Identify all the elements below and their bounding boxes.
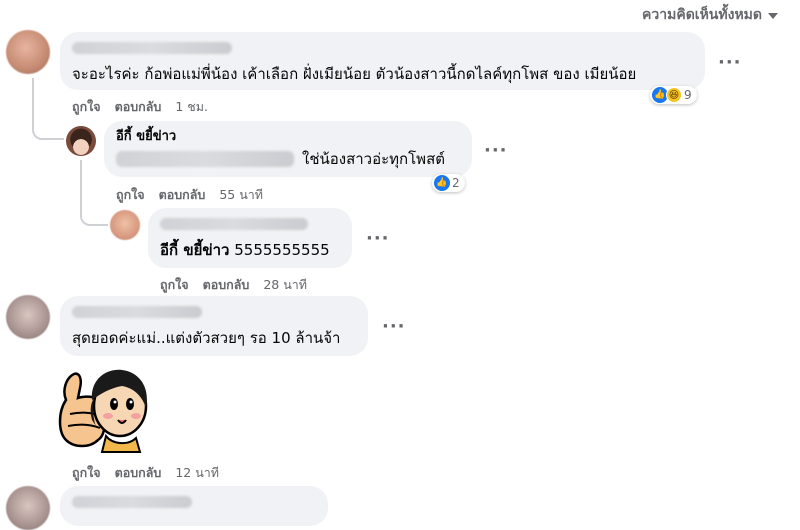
reply-button[interactable]: ตอบกลับ bbox=[115, 97, 162, 117]
more-options-icon[interactable]: ··· bbox=[382, 318, 406, 336]
comment-bubble: จะอะไรค่ะ ก้อพ่อแม่พี่น้อง เค้าเลือก ฝั่… bbox=[60, 32, 705, 90]
timestamp[interactable]: 55 นาที bbox=[219, 185, 263, 205]
timestamp[interactable]: 28 นาที bbox=[263, 275, 307, 295]
avatar[interactable] bbox=[6, 295, 50, 339]
caret-down-icon bbox=[768, 13, 778, 19]
comment-bubble bbox=[60, 486, 328, 526]
comment-text: จะอะไรค่ะ ก้อพ่อแม่พี่น้อง เค้าเลือก ฝั่… bbox=[72, 65, 637, 83]
comment-text: สุดยอดค่ะแม่..แต่งตัวสวยๆ รอ 10 ล้านจ้า bbox=[72, 329, 341, 347]
comment-actions: ถูกใจ ตอบกลับ 55 นาที bbox=[116, 185, 263, 205]
comment-actions: ถูกใจ ตอบกลับ 1 ชม. bbox=[72, 97, 208, 117]
blurred-author-name[interactable] bbox=[160, 218, 308, 230]
blurred-author-name[interactable] bbox=[72, 42, 232, 54]
more-options-icon[interactable]: ··· bbox=[484, 142, 508, 160]
timestamp[interactable]: 1 ชม. bbox=[175, 97, 208, 117]
comment-author[interactable]: อีกี้ ขยี้ข่าว bbox=[116, 129, 460, 145]
like-icon: 👍 bbox=[434, 175, 450, 191]
reply-button[interactable]: ตอบกลับ bbox=[159, 185, 206, 205]
reply-button[interactable]: ตอบกลับ bbox=[203, 275, 250, 295]
reaction-count: 2 bbox=[452, 176, 460, 190]
comment-filter-dropdown[interactable]: ความคิดเห็นทั้งหมด bbox=[642, 4, 778, 26]
comment-actions: ถูกใจ ตอบกลับ 28 นาที bbox=[160, 275, 307, 295]
reaction-summary[interactable]: 👍 😆 9 bbox=[650, 86, 697, 104]
like-button[interactable]: ถูกใจ bbox=[72, 463, 101, 483]
tagged-user[interactable]: อีกี้ ขยี้ข่าว bbox=[160, 241, 229, 259]
more-options-icon[interactable]: ··· bbox=[718, 54, 742, 72]
blurred-tag[interactable] bbox=[116, 151, 294, 167]
comment-filter-label: ความคิดเห็นทั้งหมด bbox=[642, 7, 762, 23]
like-button[interactable]: ถูกใจ bbox=[72, 97, 101, 117]
comment-text: ใช่น้องสาวอ่ะทุกโพสต์ bbox=[302, 150, 445, 168]
more-options-icon[interactable]: ··· bbox=[366, 230, 390, 248]
blurred-author-name[interactable] bbox=[72, 496, 192, 508]
avatar[interactable] bbox=[66, 126, 96, 156]
comment-bubble: อีกี้ ขยี้ข่าว 5555555555 bbox=[148, 208, 352, 268]
comment-actions: ถูกใจ ตอบกลับ 12 นาที bbox=[72, 463, 219, 483]
thread-connector bbox=[32, 78, 64, 140]
comment-bubble: อีกี้ ขยี้ข่าว ใช่น้องสาวอ่ะทุกโพสต์ bbox=[104, 121, 472, 177]
avatar[interactable] bbox=[6, 486, 50, 530]
reaction-summary[interactable]: 👍 2 bbox=[432, 174, 465, 192]
comment-bubble: สุดยอดค่ะแม่..แต่งตัวสวยๆ รอ 10 ล้านจ้า bbox=[60, 296, 368, 356]
comment-text: 5555555555 bbox=[234, 241, 330, 259]
thread-connector bbox=[80, 160, 108, 226]
thumbs-up-sticker bbox=[58, 369, 148, 453]
haha-icon: 😆 bbox=[666, 87, 682, 103]
avatar[interactable] bbox=[6, 30, 50, 74]
timestamp[interactable]: 12 นาที bbox=[175, 463, 219, 483]
like-button[interactable]: ถูกใจ bbox=[160, 275, 189, 295]
reaction-count: 9 bbox=[684, 88, 692, 102]
blurred-author-name[interactable] bbox=[72, 306, 202, 318]
avatar[interactable] bbox=[110, 210, 140, 240]
reply-button[interactable]: ตอบกลับ bbox=[115, 463, 162, 483]
like-button[interactable]: ถูกใจ bbox=[116, 185, 145, 205]
